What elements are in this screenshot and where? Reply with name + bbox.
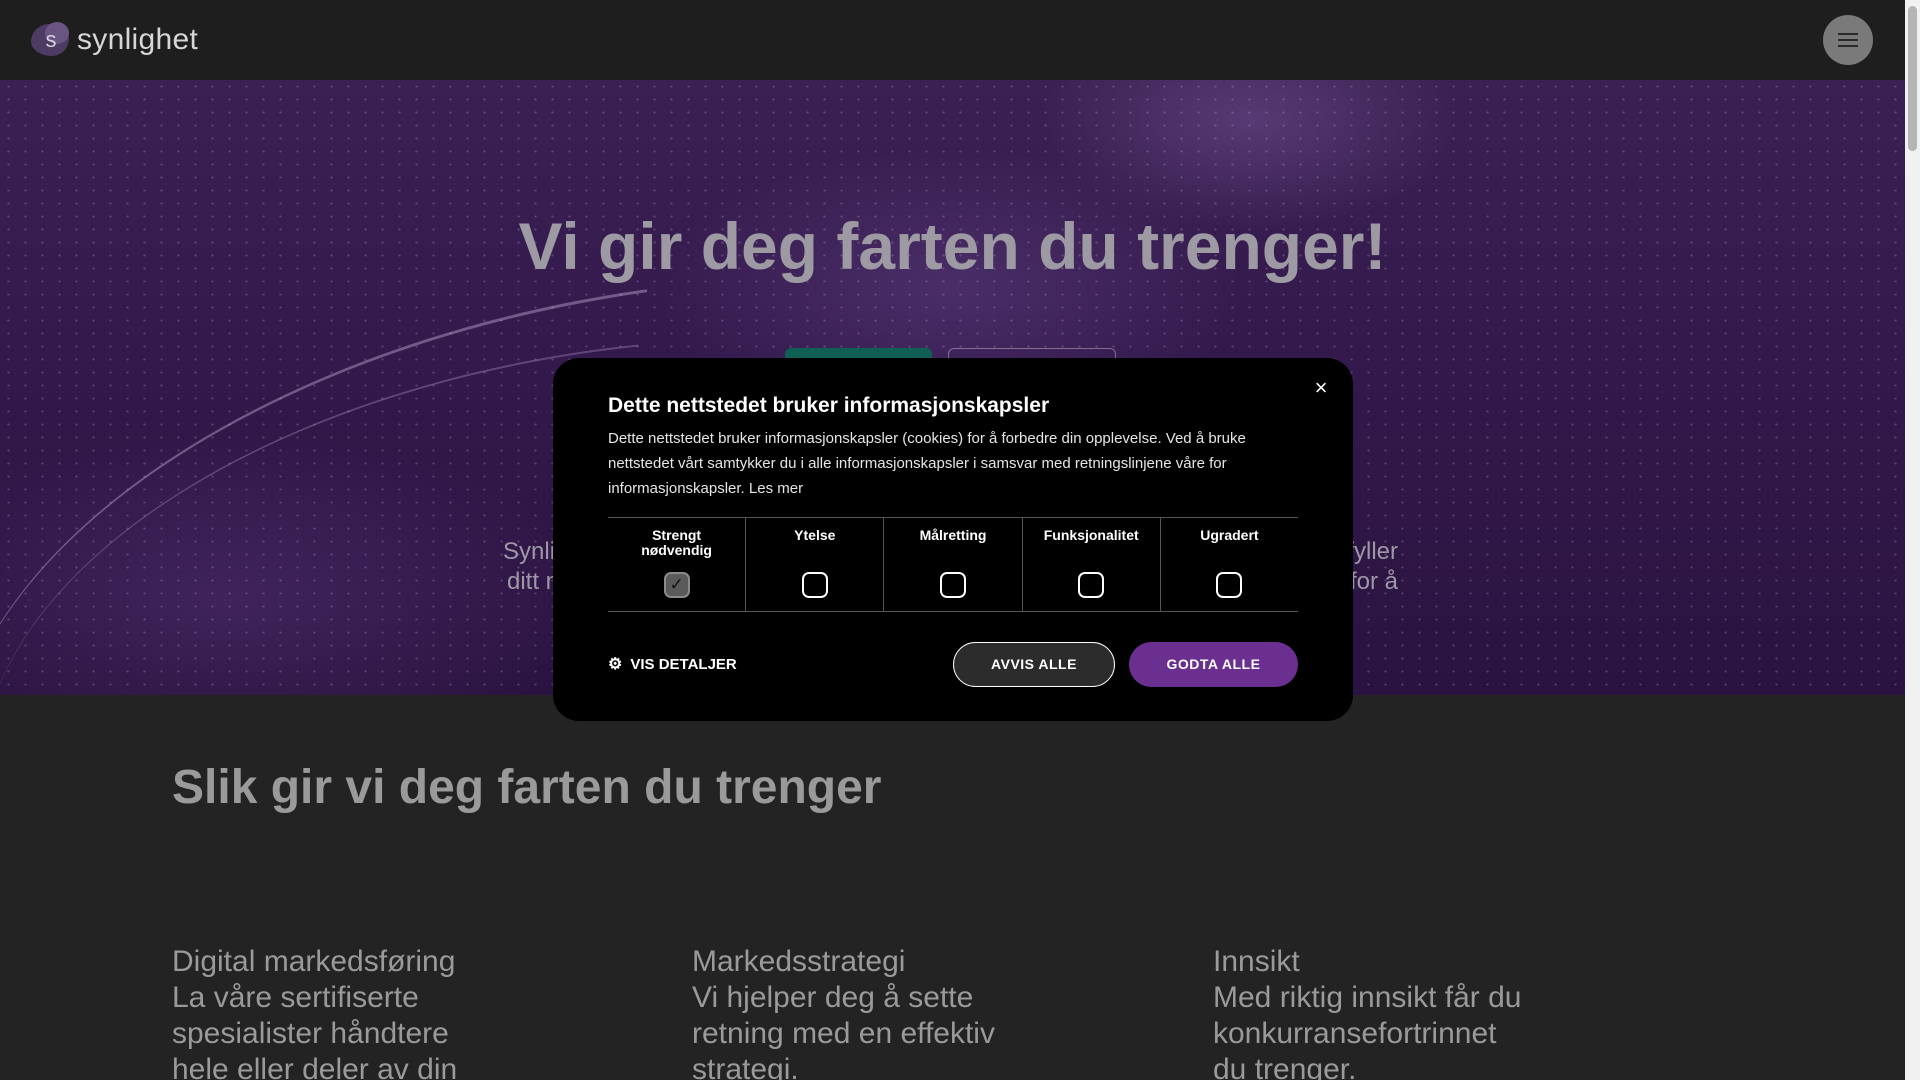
cookie-body-text: Dette nettstedet bruker informasjonskaps…: [608, 430, 1246, 497]
service-text-line: La våre sertifiserte: [172, 981, 419, 1014]
service-text-line: spesialister håndtere: [172, 1017, 449, 1050]
category-performance: Ytelse: [746, 518, 885, 611]
checkmark-icon: ✓: [669, 575, 684, 594]
cookie-dialog-title: Dette nettstedet bruker informasjonskaps…: [608, 394, 1050, 417]
cookie-categories: Strengt nødvendig ✓ Ytelse Målretting Fu…: [608, 517, 1298, 612]
checkbox-strictly-necessary[interactable]: ✓: [663, 572, 690, 598]
show-details-label: VIS DETALJER: [630, 655, 737, 673]
cookie-consent-dialog: × Dette nettstedet bruker informasjonska…: [553, 358, 1353, 721]
category-label: Strengt nødvendig: [641, 527, 712, 558]
scrollbar-thumb[interactable]: [1908, 6, 1917, 151]
service-text-line: Med riktig innsikt får du: [1213, 981, 1522, 1014]
show-details-button[interactable]: ⚙ VIS DETALJER: [608, 654, 737, 674]
checkbox-functionality[interactable]: [1078, 572, 1105, 598]
service-column-strategy: Markedsstrategi Vi hjelper deg å sette r…: [692, 944, 1032, 1080]
category-label: Ytelse: [794, 527, 836, 543]
service-column-insight: Innsikt Med riktig innsikt får du konkur…: [1213, 944, 1553, 1080]
service-text-line: retning med en effektiv: [692, 1017, 995, 1050]
service-text-line: du trenger.: [1213, 1053, 1357, 1080]
logo[interactable]: s synlighet: [31, 22, 198, 58]
checkbox-performance[interactable]: [801, 572, 828, 598]
category-functionality: Funksjonalitet: [1023, 518, 1161, 611]
category-unclassified: Ugradert: [1161, 518, 1298, 611]
site-header: s synlighet: [0, 0, 1905, 80]
accept-all-button[interactable]: GODTA ALLE: [1129, 642, 1298, 687]
logo-mark-letter: s: [45, 27, 57, 52]
category-label: Ugradert: [1200, 527, 1259, 543]
service-text-line: Vi hjelper deg å sette: [692, 981, 974, 1014]
service-title: Digital markedsføring: [172, 945, 456, 978]
category-label: Målretting: [919, 527, 987, 543]
cookie-dialog-body: Dette nettstedet bruker informasjonskaps…: [608, 426, 1258, 501]
service-text-line: strategi.: [692, 1053, 799, 1080]
service-text-line: konkurransefortrinnet: [1213, 1017, 1497, 1050]
hero-text-line: ditt n: [507, 568, 560, 595]
logo-mark-icon: s: [31, 22, 71, 58]
service-text-line: hele eller deler av din: [172, 1053, 458, 1080]
logo-text: synlighet: [77, 23, 199, 56]
close-icon[interactable]: ×: [1306, 373, 1336, 403]
menu-button[interactable]: [1823, 15, 1873, 65]
category-strictly-necessary: Strengt nødvendig ✓: [608, 518, 747, 611]
section-title: Slik gir vi deg farten du trenger: [172, 761, 882, 814]
checkbox-unclassified[interactable]: [1216, 572, 1243, 598]
service-title: Markedsstrategi: [692, 945, 906, 978]
page-scrollbar[interactable]: [1905, 0, 1920, 1080]
category-targeting: Målretting: [884, 518, 1023, 611]
read-more-link[interactable]: Les mer: [749, 480, 803, 497]
hero-title: Vi gir deg farten du trenger!: [518, 209, 1387, 283]
service-column-digital: Digital markedsføring La våre sertifiser…: [172, 944, 512, 1080]
hero-text-left: Synli ditt n: [503, 537, 559, 597]
category-label: Funksjonalitet: [1043, 527, 1139, 543]
checkbox-targeting[interactable]: [940, 572, 966, 598]
hero-text-line: Synli: [503, 538, 556, 565]
service-title: Innsikt: [1213, 945, 1300, 978]
gear-icon: ⚙: [608, 656, 623, 673]
reject-all-button[interactable]: AVVIS ALLE: [953, 642, 1115, 687]
